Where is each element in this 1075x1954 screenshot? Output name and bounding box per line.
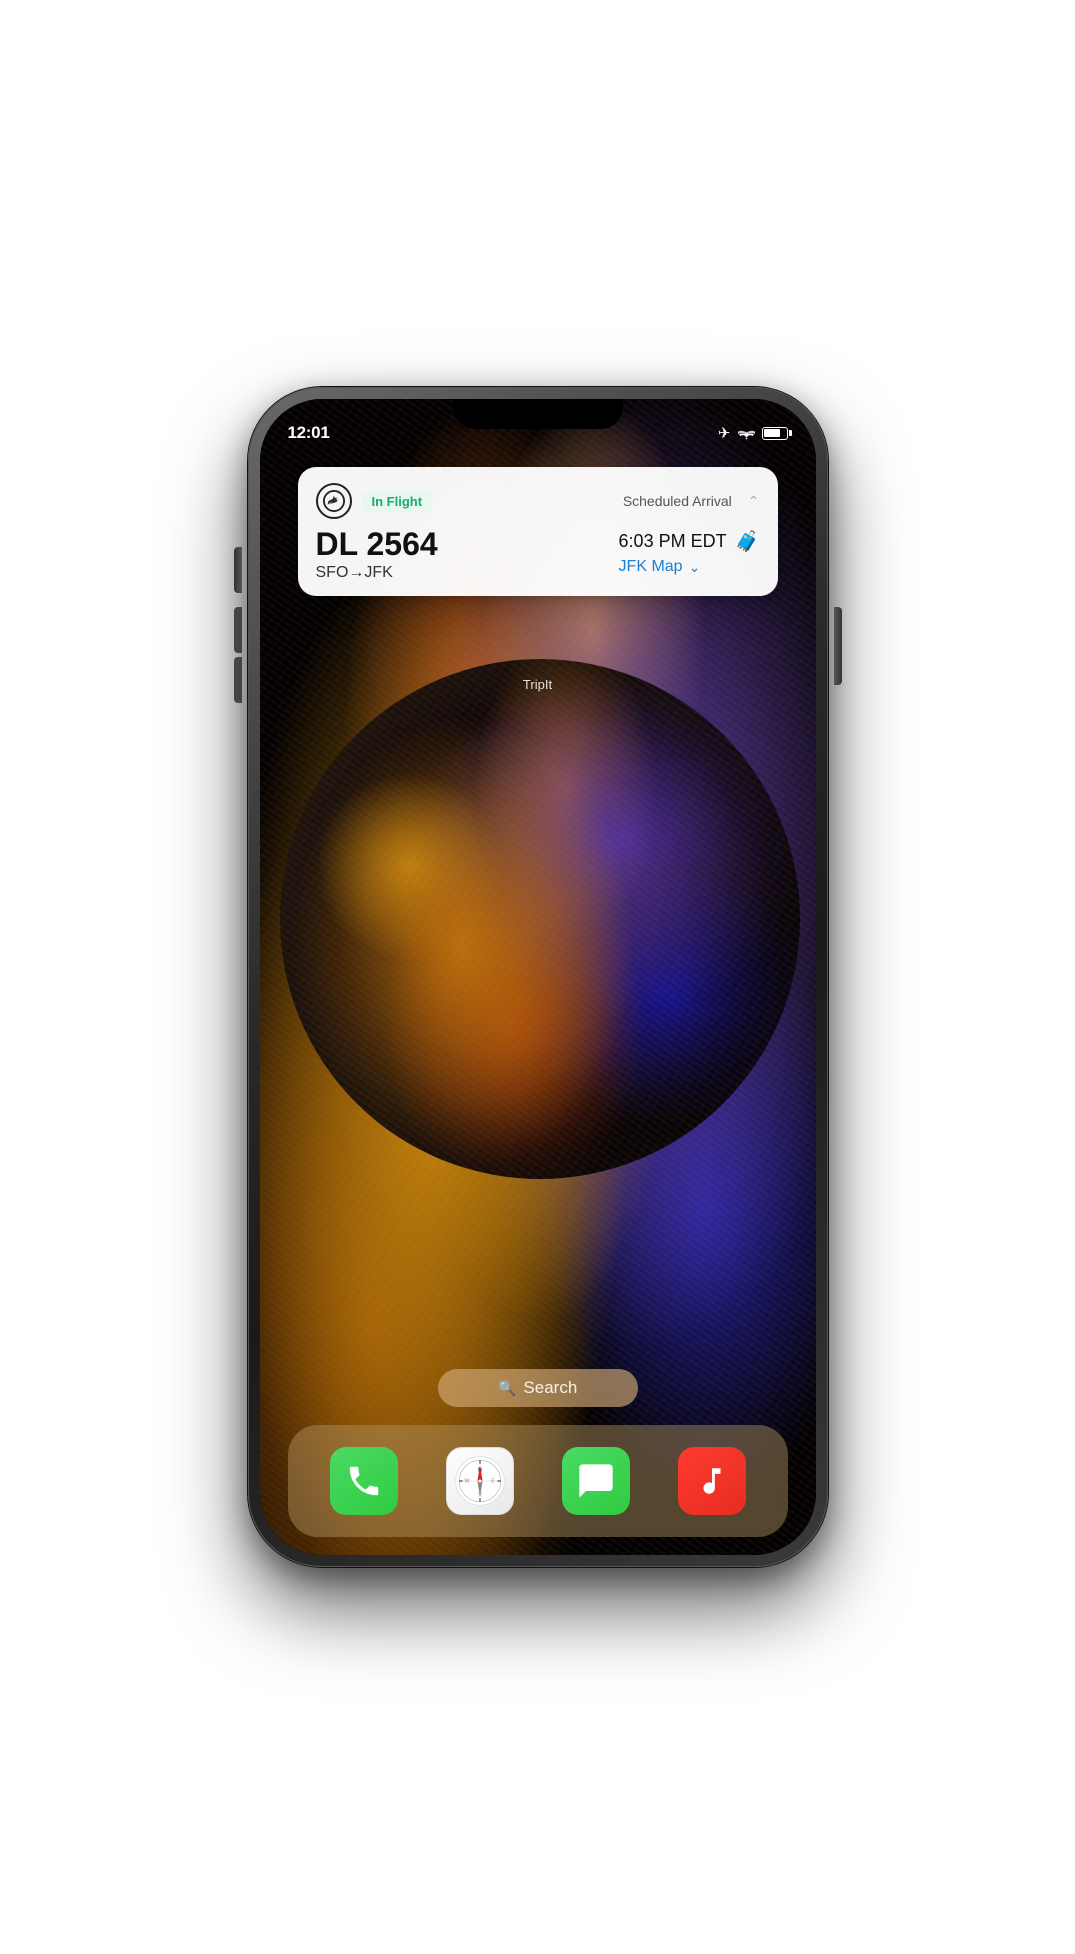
battery-icon xyxy=(762,427,788,440)
dock-app-phone[interactable] xyxy=(330,1447,398,1515)
dock-app-messages[interactable] xyxy=(562,1447,630,1515)
status-icons: ✈ xyxy=(718,424,788,442)
dock-app-music[interactable] xyxy=(678,1447,746,1515)
phone-screen: 12:01 ✈ xyxy=(260,399,816,1555)
chevron-down-icon[interactable]: ⌄ xyxy=(689,559,701,576)
search-icon: 🔍 xyxy=(498,1379,517,1397)
svg-text:S: S xyxy=(478,1492,482,1498)
dock: N S E W xyxy=(288,1425,788,1537)
airplane-mode-icon: ✈ xyxy=(718,424,731,442)
phone-app-icon xyxy=(345,1462,383,1500)
notch xyxy=(453,399,623,429)
airplane-icon xyxy=(323,490,345,512)
notification-header-left: In Flight xyxy=(316,483,433,519)
flight-icon-circle xyxy=(316,483,352,519)
messages-app-icon xyxy=(576,1461,616,1501)
notification-left: DL 2564 SFO→JFK xyxy=(316,527,438,582)
search-label: Search xyxy=(523,1378,577,1398)
jfk-map-link[interactable]: JFK Map xyxy=(619,558,683,576)
wifi-icon xyxy=(738,427,755,440)
svg-text:N: N xyxy=(478,1467,482,1473)
notification-card[interactable]: In Flight Scheduled Arrival ⌃ DL 2564 SF… xyxy=(298,467,778,596)
battery-fill xyxy=(764,429,780,437)
in-flight-badge: In Flight xyxy=(362,491,433,512)
notification-header-right: Scheduled Arrival ⌃ xyxy=(623,493,760,510)
svg-text:E: E xyxy=(491,1479,495,1485)
chevron-up-icon[interactable]: ⌃ xyxy=(748,493,760,510)
svg-text:W: W xyxy=(464,1479,469,1485)
notification-body: DL 2564 SFO→JFK 6:03 PM EDT 🧳 JFK Map ⌄ xyxy=(316,527,760,582)
flight-number: DL 2564 xyxy=(316,527,438,562)
tripit-label: TripIt xyxy=(523,677,552,692)
search-bar[interactable]: 🔍 Search xyxy=(438,1369,638,1407)
jfk-map-row[interactable]: JFK Map ⌄ xyxy=(619,558,701,576)
notification-right: 6:03 PM EDT 🧳 JFK Map ⌄ xyxy=(619,527,760,576)
status-time: 12:01 xyxy=(288,423,330,443)
flight-route: SFO→JFK xyxy=(316,564,438,582)
iphone-frame: 12:01 ✈ xyxy=(248,387,828,1567)
safari-app-icon: N S E W xyxy=(454,1455,506,1507)
luggage-icon: 🧳 xyxy=(735,529,760,554)
dock-app-safari[interactable]: N S E W xyxy=(446,1447,514,1515)
scheduled-label: Scheduled Arrival xyxy=(623,493,732,509)
music-app-icon xyxy=(695,1464,729,1498)
notification-header: In Flight Scheduled Arrival ⌃ xyxy=(316,483,760,519)
arrival-time-row: 6:03 PM EDT 🧳 xyxy=(619,529,760,554)
arrival-time: 6:03 PM EDT xyxy=(619,531,727,552)
